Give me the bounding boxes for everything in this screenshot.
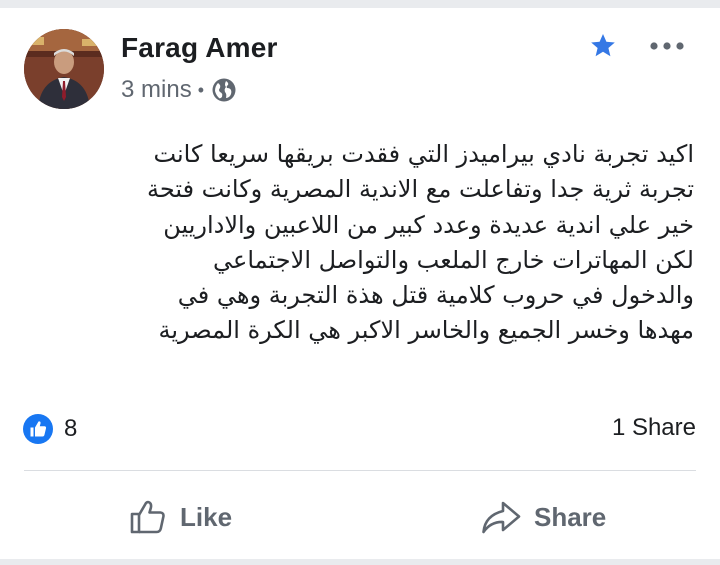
- author-photo: [24, 29, 104, 109]
- author-avatar[interactable]: [24, 29, 104, 109]
- post-text-line: تجربة ثرية جدا وتفاعلت مع الاندية المصري…: [146, 175, 694, 204]
- thumbs-up-icon: [130, 500, 165, 534]
- post-text-line: لكن المهاترات خارج الملعب والتواصل الاجت…: [213, 245, 694, 274]
- post-timestamp[interactable]: 3 mins: [121, 76, 192, 104]
- action-divider: [24, 470, 696, 471]
- post-text-line: والدخول في حروب كلامية قتل هذة التجربة و…: [177, 281, 694, 310]
- like-reaction-icon: [22, 413, 54, 445]
- author-name[interactable]: Farag Amer: [121, 32, 278, 64]
- feed-bottom-separator: [0, 559, 720, 565]
- more-options-icon[interactable]: [648, 33, 686, 59]
- post-text-line: اكيد تجربة نادي بيراميدز التي فقدت بريقه…: [153, 140, 694, 168]
- share-arrow-icon: [482, 501, 521, 534]
- post-text-line: خير علي اندية عديدة وعدد كبير من اللاعبي…: [163, 210, 694, 239]
- share-count[interactable]: 1 Share: [612, 414, 696, 442]
- like-button[interactable]: Like: [128, 492, 232, 542]
- globe-icon[interactable]: [211, 77, 237, 103]
- post-text: اكيد تجربة نادي بيراميدز التي فقدت بريقه…: [40, 137, 694, 349]
- share-button[interactable]: Share: [480, 492, 606, 542]
- post-text-line: مهدها وخسر الجميع والخاسر الاكبر هي الكر…: [158, 316, 695, 345]
- post-meta: 3 mins •: [121, 75, 237, 105]
- reaction-count: 8: [64, 415, 78, 442]
- like-label: Like: [180, 501, 233, 532]
- favorite-star-icon[interactable]: [588, 31, 618, 61]
- meta-separator: •: [197, 79, 204, 100]
- reaction-summary[interactable]: 8: [22, 412, 77, 446]
- feed-top-separator: [0, 0, 720, 8]
- share-label: Share: [534, 501, 607, 532]
